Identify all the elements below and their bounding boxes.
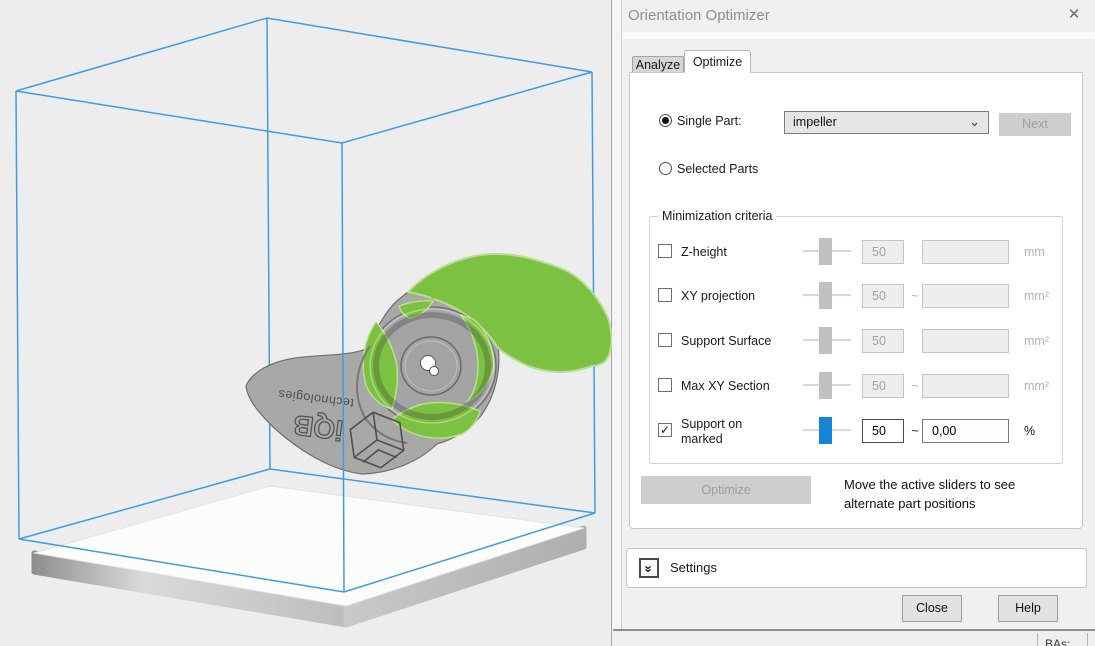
unit-label: mm² — [1024, 379, 1049, 393]
group-label: Minimization criteria — [658, 209, 777, 223]
criterion-row-support-surface: Support Surface 50 mm² — [650, 319, 1062, 363]
optimize-button: Optimize — [641, 476, 811, 504]
z-height-slider — [803, 230, 851, 274]
slider-value-input: 50 — [862, 374, 904, 398]
slider-value-input: 50 — [862, 240, 904, 264]
minimization-criteria-group: Minimization criteria Z-height 50 mm XY … — [649, 209, 1063, 464]
selected-parts-label[interactable]: Selected Parts — [677, 162, 758, 176]
range-tilde: ~ — [911, 288, 919, 303]
support-surface-checkbox[interactable] — [658, 333, 672, 347]
settings-label: Settings — [670, 560, 717, 575]
slider-value-input: 50 — [862, 284, 904, 308]
title-separator — [622, 32, 1095, 39]
hint-line-2: alternate part positions — [844, 496, 976, 511]
radio-dot — [662, 117, 669, 124]
status-separator — [1087, 633, 1088, 646]
single-part-label[interactable]: Single Part: — [677, 114, 742, 128]
slider-thumb — [819, 327, 832, 354]
unit-label: mm² — [1024, 289, 1049, 303]
slider-thumb — [819, 282, 832, 309]
criterion-row-support-on-marked: ✓ Support on marked 50 ~ 0,00 % — [650, 409, 1062, 453]
range-value-input — [922, 240, 1009, 264]
close-button[interactable]: Close — [902, 595, 962, 622]
engraving-brand: iQB — [292, 409, 345, 446]
close-icon[interactable]: ✕ — [1065, 6, 1083, 24]
range-tilde: ~ — [911, 378, 919, 393]
status-partial-text: BAs: — [1045, 637, 1071, 646]
support-on-marked-checkbox[interactable]: ✓ — [658, 423, 672, 437]
criterion-row-xy-projection: XY projection 50 ~ mm² — [650, 274, 1062, 318]
slider-thumb — [819, 238, 832, 265]
xy-projection-slider — [803, 274, 851, 318]
settings-expand-button[interactable]: » — [639, 558, 659, 578]
xy-projection-checkbox[interactable] — [658, 288, 672, 302]
criterion-label: Z-height — [681, 245, 727, 259]
double-chevron-down-icon: » — [641, 565, 657, 573]
viewport-panel-splitter[interactable] — [613, 0, 622, 646]
tab-analyze[interactable]: Analyze — [632, 56, 684, 73]
help-button[interactable]: Help — [998, 595, 1058, 622]
support-on-marked-slider[interactable] — [803, 409, 851, 453]
selected-parts-radio[interactable] — [659, 162, 672, 175]
part-dropdown[interactable]: impeller ⌄ — [784, 111, 989, 134]
criterion-label: Max XY Section — [681, 379, 770, 393]
part-dropdown-value: impeller — [793, 115, 837, 129]
range-value-input — [922, 284, 1009, 308]
slider-value-input: 50 — [862, 329, 904, 353]
criterion-label: Support on marked — [681, 417, 743, 446]
unit-label: % — [1024, 424, 1036, 438]
status-separator — [1037, 633, 1038, 646]
unit-label: mm — [1024, 245, 1045, 259]
z-height-checkbox[interactable] — [658, 244, 672, 258]
orientation-optimizer-dialog: Orientation Optimizer ✕ Analyze Optimize… — [622, 0, 1095, 631]
range-value-input — [922, 329, 1009, 353]
tab-optimize[interactable]: Optimize — [684, 50, 751, 73]
slider-thumb[interactable] — [819, 417, 832, 444]
slider-value-input[interactable]: 50 — [862, 419, 904, 443]
next-button: Next — [999, 113, 1071, 136]
hint-line-1: Move the active sliders to see — [844, 477, 1016, 492]
criterion-row-z-height: Z-height 50 mm — [650, 230, 1062, 274]
3d-scene[interactable]: technologies iQB — [0, 0, 613, 646]
criterion-label: XY projection — [681, 289, 756, 303]
status-bar: BAs: — [613, 631, 1095, 646]
dialog-title: Orientation Optimizer — [628, 7, 770, 24]
criterion-label: Support Surface — [681, 334, 772, 348]
single-part-radio[interactable] — [659, 114, 672, 127]
unit-label: mm² — [1024, 334, 1049, 348]
max-xy-section-checkbox[interactable] — [658, 378, 672, 392]
range-value-input — [922, 374, 1009, 398]
app-screen: technologies iQB Orientation Optimizer ✕… — [0, 0, 1095, 646]
impeller-part[interactable]: technologies iQB — [245, 253, 613, 475]
optimize-tab-page: Single Part: impeller ⌄ Next Selected Pa… — [629, 72, 1083, 529]
range-value-input[interactable]: 0,00 — [922, 419, 1009, 443]
slider-thumb — [819, 372, 832, 399]
optimize-hint-text: Move the active sliders to see alternate… — [844, 475, 1015, 513]
range-tilde: ~ — [911, 423, 919, 438]
chevron-down-icon: ⌄ — [969, 114, 980, 129]
support-surface-slider — [803, 319, 851, 363]
max-xy-section-slider — [803, 364, 851, 408]
3d-viewport[interactable]: technologies iQB — [0, 0, 613, 646]
criterion-row-max-xy-section: Max XY Section 50 ~ mm² — [650, 364, 1062, 408]
settings-section: » Settings — [626, 548, 1087, 588]
